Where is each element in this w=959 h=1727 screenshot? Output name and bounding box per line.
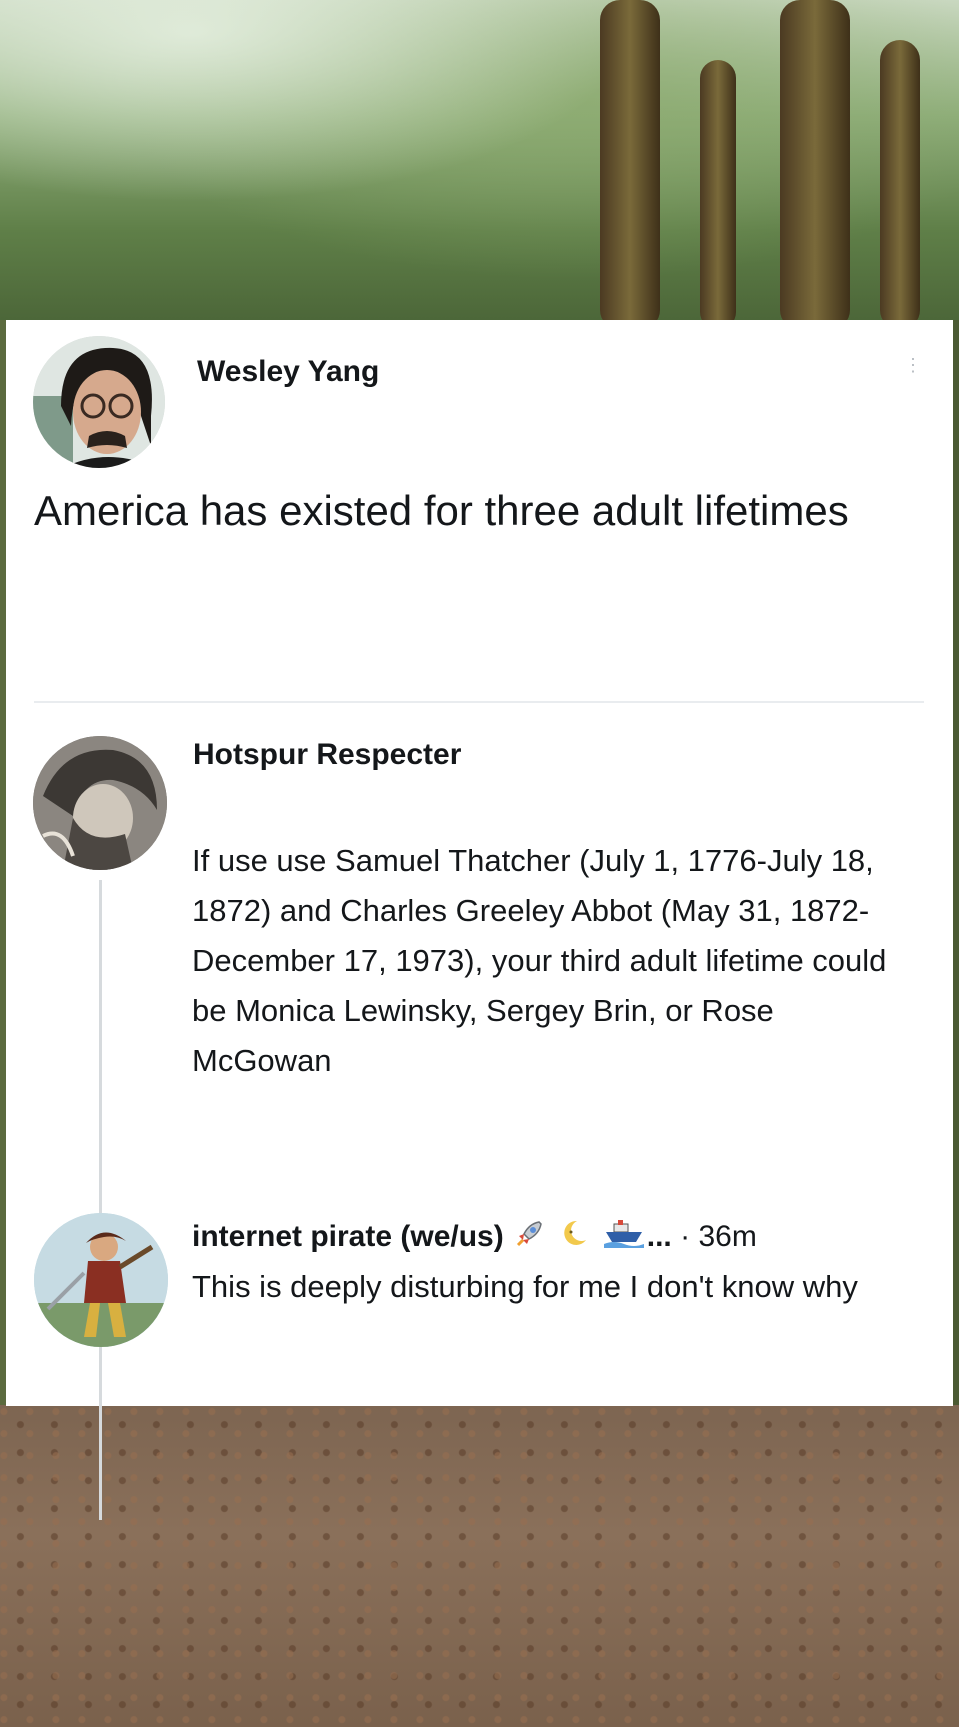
avatar[interactable]: [33, 336, 165, 468]
tree-trunk: [780, 0, 850, 330]
second-reply-header: internet pirate (we/us) ... · 36m: [192, 1217, 757, 1259]
avatar-portrait-icon: [33, 336, 165, 468]
tweet-thread-card: Wesley Yang ⋮ America has existed for th…: [6, 320, 953, 1520]
tree-trunk: [880, 40, 920, 330]
rocket-icon: [515, 1218, 545, 1259]
avatar[interactable]: [33, 736, 167, 870]
post-author-name[interactable]: Wesley Yang: [197, 352, 379, 392]
avatar-engraving-icon: [33, 736, 167, 870]
thread-connector-line: [99, 880, 102, 1520]
avatar-pirate-icon: [34, 1213, 168, 1347]
more-options-icon[interactable]: ⋮: [904, 356, 922, 374]
background-edge: [953, 320, 959, 1410]
forest-canopy-background: [0, 0, 959, 330]
second-reply-text: This is deeply disturbing for me I don't…: [192, 1269, 858, 1304]
crescent-moon-icon: [559, 1218, 589, 1259]
reply-text: If use use Samuel Thatcher (July 1, 1776…: [192, 843, 887, 1078]
tree-trunk: [600, 0, 660, 330]
reply-author-name[interactable]: Hotspur Respecter: [193, 735, 461, 775]
timestamp[interactable]: 36m: [698, 1220, 756, 1253]
post-text: America has existed for three adult life…: [34, 487, 849, 534]
second-reply-author-name[interactable]: internet pirate (we/us): [192, 1220, 504, 1253]
ship-icon: [603, 1218, 644, 1259]
tree-trunk: [700, 60, 736, 330]
forest-path-background: [0, 1405, 959, 1727]
divider: [34, 701, 924, 703]
meta-separator: ·: [680, 1220, 691, 1253]
truncation-ellipsis: ...: [646, 1220, 672, 1253]
avatar[interactable]: [34, 1213, 168, 1347]
